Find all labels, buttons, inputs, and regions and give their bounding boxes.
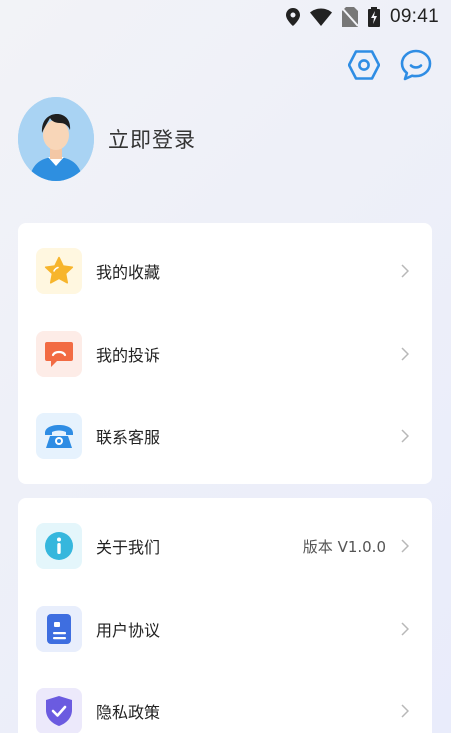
menu-item-label: 用户协议 <box>96 621 161 640</box>
menu-item-label: 关于我们 <box>96 538 161 557</box>
profile-section[interactable]: 立即登录 <box>18 97 196 181</box>
menu-item-customer-service[interactable]: 联系客服 <box>18 395 432 477</box>
no-sim-icon <box>341 7 358 27</box>
document-icon <box>36 606 82 652</box>
header-actions <box>347 48 433 82</box>
battery-charging-icon <box>367 7 380 27</box>
info-icon <box>36 523 82 569</box>
complaint-icon <box>36 331 82 377</box>
status-bar: 09:41 <box>0 0 451 34</box>
avatar[interactable] <box>18 97 94 181</box>
menu-card-primary: 我的收藏 我的投诉 联系客服 <box>18 223 432 484</box>
star-icon <box>36 248 82 294</box>
settings-icon[interactable] <box>347 48 381 82</box>
menu-item-favorites[interactable]: 我的收藏 <box>18 230 432 312</box>
chevron-right-icon <box>398 704 412 718</box>
chevron-right-icon <box>398 347 412 361</box>
chevron-right-icon <box>398 429 412 443</box>
menu-item-label: 隐私政策 <box>96 703 161 722</box>
login-link[interactable]: 立即登录 <box>108 124 196 154</box>
message-icon[interactable] <box>399 48 433 82</box>
location-icon <box>285 8 300 26</box>
menu-item-complaints[interactable]: 我的投诉 <box>18 313 432 395</box>
menu-item-label: 我的投诉 <box>96 346 161 365</box>
shield-check-icon <box>36 688 82 733</box>
version-text: 版本 V1.0.0 <box>302 537 386 556</box>
menu-item-label: 我的收藏 <box>96 263 161 282</box>
phone-icon <box>36 413 82 459</box>
menu-item-privacy-policy[interactable]: 隐私政策 <box>18 670 432 733</box>
status-time: 09:41 <box>389 6 439 27</box>
wifi-icon <box>309 8 332 26</box>
menu-item-about-us[interactable]: 关于我们 版本 V1.0.0 <box>18 505 432 587</box>
chevron-right-icon <box>398 264 412 278</box>
menu-item-label: 联系客服 <box>96 428 161 447</box>
menu-card-secondary: 关于我们 版本 V1.0.0 用户协议 隐私政策 <box>18 498 432 733</box>
chevron-right-icon <box>398 539 412 553</box>
chevron-right-icon <box>398 622 412 636</box>
menu-item-user-agreement[interactable]: 用户协议 <box>18 588 432 670</box>
